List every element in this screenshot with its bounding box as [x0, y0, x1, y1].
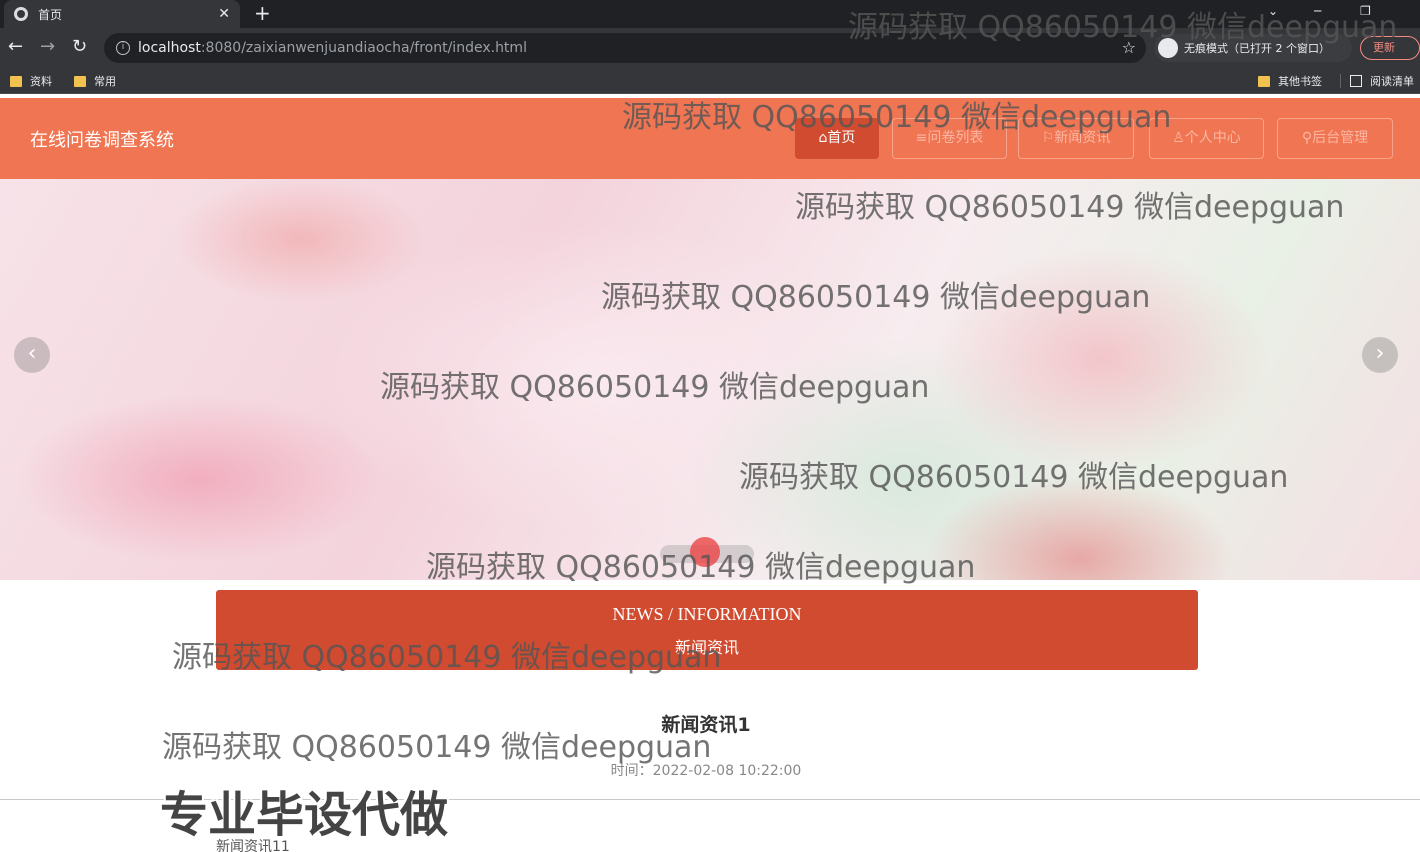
forward-icon[interactable]: → — [40, 37, 55, 57]
folder-icon — [74, 75, 86, 87]
news-header-en: NEWS / INFORMATION — [612, 604, 802, 624]
watermark-text: 源码获取 QQ86050149 微信deepguan — [172, 640, 722, 675]
watermark-text: 源码获取 QQ86050149 微信deepguan — [795, 190, 1345, 225]
watermark-text: 源码获取 QQ86050149 微信deepguan — [739, 460, 1289, 495]
watermark-text: 源码获取 QQ86050149 微信deepguan — [162, 730, 712, 765]
carousel-prev-button[interactable]: ‹ — [14, 337, 50, 373]
back-icon[interactable]: ← — [8, 37, 23, 57]
bookmark-divider — [1340, 74, 1341, 88]
folder-icon — [1258, 75, 1270, 87]
folder-icon — [10, 75, 22, 87]
tab-title: 首页 — [38, 7, 63, 22]
bookmarks-bar: 资料 常用 其他书签 阅读清单 — [0, 68, 1420, 94]
watermark-text: 源码获取 QQ86050149 微信deepguan — [426, 550, 976, 585]
reload-icon[interactable]: ↻ — [72, 37, 87, 57]
bookmark-folder-other[interactable]: 其他书签 — [1258, 73, 1322, 89]
watermark-big-text: 专业毕设代做 — [160, 787, 449, 843]
watermark-text: 源码获取 QQ86050149 微信deepguan — [848, 10, 1398, 45]
bookmark-folder-ziliao[interactable]: 资料 — [10, 73, 52, 89]
bookmark-folder-changyong[interactable]: 常用 — [74, 73, 116, 89]
reading-list-icon — [1350, 75, 1362, 87]
reading-list[interactable]: 阅读清单 — [1350, 73, 1414, 89]
url-host: localhost — [138, 40, 201, 56]
watermark-text: 源码获取 QQ86050149 微信deepguan — [380, 370, 930, 405]
carousel-next-button[interactable]: › — [1362, 337, 1398, 373]
close-tab-icon[interactable]: ✕ — [218, 6, 230, 22]
watermark-text: 源码获取 QQ86050149 微信deepguan — [622, 100, 1172, 135]
url-path: :8080/zaixianwenjuandiaocha/front/index.… — [200, 40, 527, 56]
browser-tab[interactable]: 首页 ✕ — [4, 0, 240, 28]
site-info-icon[interactable]: i — [116, 41, 130, 55]
watermark-text: 源码获取 QQ86050149 微信deepguan — [601, 280, 1151, 315]
site-title: 在线问卷调查系统 — [30, 130, 174, 151]
globe-icon — [14, 7, 28, 21]
new-tab-button[interactable]: + — [254, 2, 271, 24]
nav-admin[interactable]: ⚲后台管理 — [1277, 118, 1393, 159]
